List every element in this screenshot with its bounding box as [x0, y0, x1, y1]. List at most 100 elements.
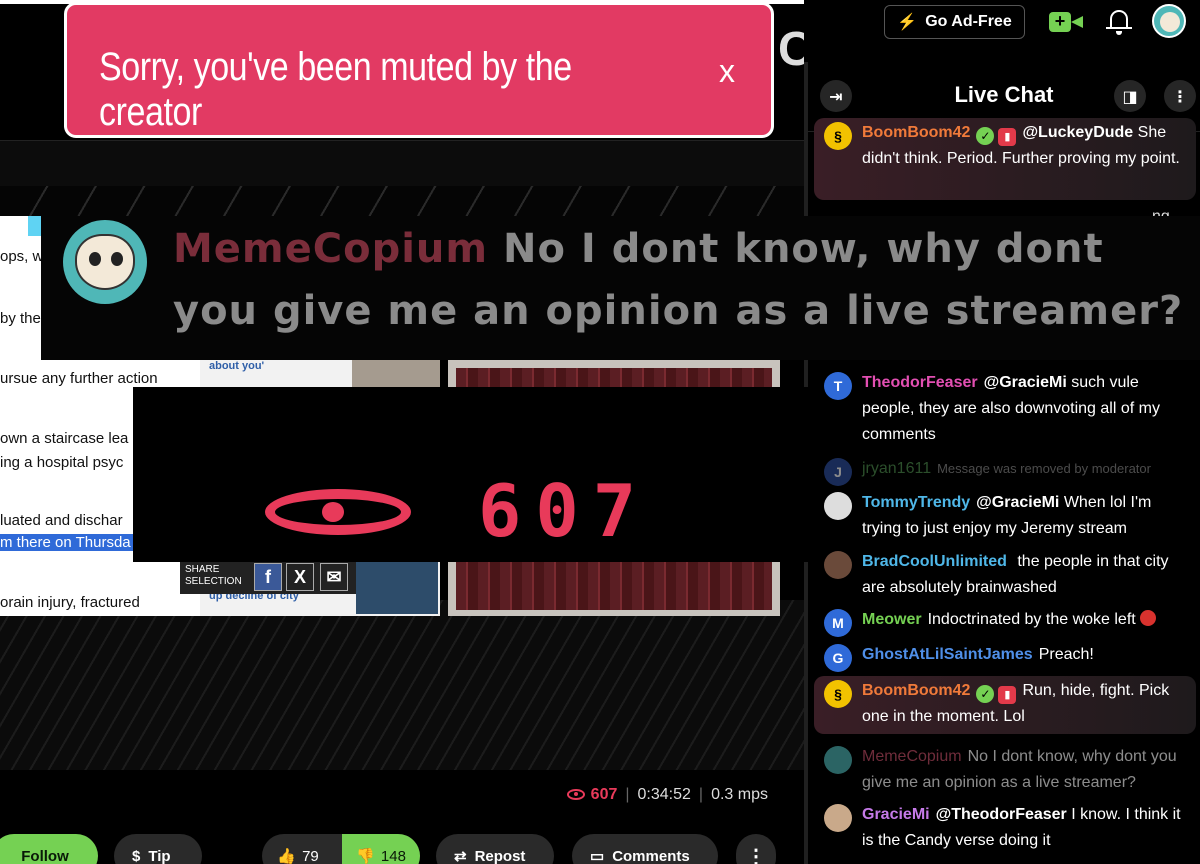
- chat-username[interactable]: MemeCopium: [862, 748, 962, 765]
- avatar: T: [824, 372, 852, 400]
- verified-icon: ✓: [976, 127, 995, 145]
- video-band: [0, 140, 804, 186]
- avatar: M: [824, 609, 852, 637]
- go-ad-free-label: Go Ad-Free: [925, 13, 1012, 30]
- avatar: [63, 220, 147, 304]
- chat-text: Indoctrinated by the woke left: [927, 611, 1136, 628]
- chat-username[interactable]: BoomBoom42: [862, 682, 970, 699]
- chat-message[interactable]: GracieMi @TheodorFeaser I know. I think i…: [814, 800, 1196, 858]
- viewer-count-overlay: 607: [133, 387, 816, 562]
- muted-banner: Sorry, you've been muted by the creator …: [64, 2, 774, 138]
- share-selection-bar: SHARE SELECTION f X ✉: [180, 560, 356, 594]
- chat-mention[interactable]: @GracieMi: [976, 494, 1059, 511]
- chat-message[interactable]: TommyTrendy @GracieMi When lol I'm trying…: [814, 488, 1196, 546]
- live-chat-panel: ⇥ Live Chat ◨ ⋮ § BoomBoom42 ✓ ▮ @LuckeyDud…: [804, 62, 1200, 864]
- chat-mention[interactable]: @LuckeyDude: [1022, 124, 1133, 141]
- avatar: §: [824, 680, 852, 708]
- chat-message[interactable]: M Meower Indoctrinated by the woke left: [814, 605, 1196, 637]
- follow-button[interactable]: Follow: [0, 834, 98, 864]
- article-line: ops, w: [0, 248, 44, 265]
- messages-per-second: 0.3 mps: [711, 786, 768, 803]
- chat-username[interactable]: jryan1611: [862, 460, 931, 477]
- tip-button[interactable]: $ Tip: [114, 834, 202, 864]
- email-icon[interactable]: ✉: [320, 563, 348, 591]
- user-avatar[interactable]: [1152, 4, 1186, 38]
- more-options-button[interactable]: ⋮: [736, 834, 776, 864]
- article-line: ing a hospital psyc: [0, 454, 124, 471]
- chat-mention[interactable]: @GracieMi: [984, 374, 1067, 391]
- avatar: [824, 551, 852, 579]
- article-line: own a staircase lea: [0, 430, 129, 447]
- chat-username[interactable]: GracieMi: [862, 806, 930, 823]
- chat-message[interactable]: MemeCopium No I dont know, why dont you g…: [814, 742, 1196, 800]
- tip-label: Tip: [148, 847, 171, 864]
- repost-label: Repost: [474, 847, 526, 864]
- chat-username[interactable]: GhostAtLilSaintJames: [862, 646, 1033, 663]
- top-header: ⚡ Go Ad-Free +: [804, 0, 1200, 62]
- comment-icon: ▭: [590, 848, 605, 864]
- bell-icon[interactable]: [1106, 8, 1132, 36]
- theater-mode-icon[interactable]: ◨: [1114, 80, 1146, 112]
- facebook-icon[interactable]: f: [254, 563, 282, 591]
- go-ad-free-button[interactable]: ⚡ Go Ad-Free: [884, 5, 1025, 39]
- chat-message[interactable]: J jryan1611 Message was removed by modera…: [814, 454, 1196, 486]
- like-count: 79: [302, 847, 319, 864]
- like-button[interactable]: 👍 79: [262, 834, 334, 864]
- muted-message: Sorry, you've been muted by the creator: [99, 45, 572, 134]
- chat-text: Preach!: [1038, 646, 1094, 663]
- video-hatch-bottom: [0, 600, 804, 770]
- article-tab: [28, 216, 42, 236]
- chat-message[interactable]: BradCoolUnlimited the people in that cit…: [814, 547, 1196, 605]
- article-line: by the: [0, 310, 41, 327]
- thumbnail-photo-small: [356, 562, 438, 614]
- chat-username[interactable]: TommyTrendy: [862, 494, 970, 511]
- chat-username[interactable]: BoomBoom42: [862, 124, 970, 141]
- overlay-viewer-count: 607: [478, 469, 651, 553]
- video-title-fragment: C: [778, 23, 804, 76]
- share-label-line: SELECTION: [185, 576, 242, 587]
- rant-badge-icon: ▮: [998, 686, 1017, 704]
- angry-emoji-icon: [1139, 610, 1156, 626]
- stream-stats: 607 | 0:34:52 | 0.3 mps: [566, 786, 768, 804]
- thumbnail-photo: [352, 360, 440, 390]
- close-icon[interactable]: x: [719, 53, 735, 90]
- x-icon[interactable]: X: [286, 563, 314, 591]
- article-line: orain injury, fractured: [0, 594, 140, 611]
- verified-icon: ✓: [976, 685, 995, 703]
- dislike-count: 148: [380, 847, 406, 864]
- video-camera-plus-icon[interactable]: +: [1049, 12, 1083, 32]
- repost-icon: ⇄: [454, 848, 467, 864]
- chat-username[interactable]: TheodorFeaser: [862, 374, 978, 391]
- share-label-line: SHARE: [185, 564, 220, 575]
- vote-group: 👍 79 👎 148: [262, 834, 420, 864]
- chat-message[interactable]: § BoomBoom42 ✓ ▮ @LuckeyDude She didn't thi…: [814, 118, 1196, 200]
- comments-button[interactable]: ▭ Comments: [572, 834, 718, 864]
- eye-icon: [265, 489, 411, 535]
- comments-label: Comments: [612, 847, 690, 864]
- bolt-icon: ⚡: [897, 14, 918, 31]
- tip-icon: $: [132, 847, 141, 864]
- repost-button[interactable]: ⇄ Repost: [436, 834, 554, 864]
- avatar: §: [824, 122, 852, 150]
- chat-more-icon[interactable]: ⋮: [1164, 80, 1196, 112]
- rant-badge-icon: ▮: [998, 128, 1017, 146]
- thumbs-down-icon: 👎: [356, 848, 375, 864]
- overlay-username: MemeCopium: [173, 226, 489, 272]
- viewer-count: 607: [590, 786, 618, 803]
- chat-mention[interactable]: @TheodorFeaser: [936, 806, 1067, 823]
- chat-message[interactable]: § BoomBoom42 ✓ ▮ Run, hide, fight. Pick one…: [814, 676, 1196, 734]
- dislike-button[interactable]: 👎 148: [342, 834, 420, 864]
- avatar: [824, 746, 852, 774]
- highlighted-chat-overlay: MemeCopium No I dont know, why dont you …: [41, 216, 1200, 360]
- chat-message[interactable]: G GhostAtLilSaintJames Preach!: [814, 640, 1196, 672]
- thumbnail-caption: about you': [209, 360, 265, 372]
- overlay-message-line: you give me an opinion as a live streame…: [173, 288, 1184, 334]
- overlay-message-line: No I dont know, why dont: [503, 226, 1104, 272]
- article-line: ursue any further action: [0, 370, 158, 387]
- chat-username[interactable]: BradCoolUnlimited: [862, 553, 1007, 570]
- avatar: [824, 492, 852, 520]
- chat-username[interactable]: Meower: [862, 611, 922, 628]
- article-line: luated and dischar: [0, 512, 123, 529]
- chat-message[interactable]: T TheodorFeaser @GracieMi such vule peopl…: [814, 368, 1196, 452]
- thumbs-up-icon: 👍: [277, 848, 297, 864]
